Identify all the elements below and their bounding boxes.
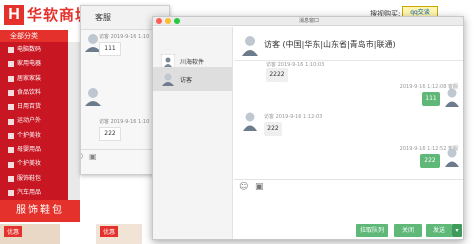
- category-icon: [8, 47, 14, 54]
- category-icon: [8, 75, 14, 82]
- category-icon: [8, 61, 14, 68]
- chat-window[interactable]: 消息窗口 川海软件 访客 访客 (中国|华东|山东省|青岛市|联通) 访客 20…: [152, 16, 464, 240]
- person-avatar-icon: [445, 148, 459, 167]
- category-item[interactable]: 家用电器: [0, 57, 68, 71]
- promo-image[interactable]: 优惠: [96, 224, 142, 244]
- promo-tag: 优惠: [100, 226, 119, 237]
- category-label: 个护美妆: [17, 131, 42, 139]
- category-item[interactable]: 运动户外: [0, 114, 68, 128]
- category-label: 居家家装: [17, 74, 42, 82]
- close-button[interactable]: 关闭: [394, 224, 422, 237]
- message-meta: 访客 2019-9-16 1:10: [99, 119, 150, 125]
- promo-image[interactable]: 优惠: [0, 224, 60, 244]
- window-title: 消息窗口: [298, 18, 319, 24]
- category-item[interactable]: 汽车用品: [0, 186, 68, 200]
- logo-icon[interactable]: H: [4, 5, 24, 25]
- category-label: 日用百货: [17, 103, 42, 111]
- category-icon: [8, 104, 14, 111]
- message-list: 访客 2019-9-16 1:10:03 2222 2019-9-16 1:12…: [234, 61, 463, 179]
- image-icon[interactable]: ▣: [89, 152, 97, 161]
- send-button[interactable]: 发送: [426, 224, 452, 237]
- conversation-label: 访客: [180, 76, 193, 84]
- category-item[interactable]: 个护美妆: [0, 157, 68, 171]
- blacklist-button[interactable]: 拉取队列: [356, 224, 388, 237]
- chat-title: 访客 (中国|华东|山东省|青岛市|联通): [264, 40, 396, 49]
- message-meta: 访客 2019-9-16 1:10: [99, 34, 150, 40]
- person-avatar-icon: [85, 88, 101, 106]
- category-item[interactable]: 居家家装: [0, 72, 68, 86]
- person-avatar-icon: [242, 36, 258, 56]
- message-bubble: 222: [99, 127, 121, 141]
- close-dot-icon[interactable]: [156, 18, 162, 24]
- category-icon: [8, 132, 14, 139]
- person-avatar-icon: [162, 73, 174, 86]
- fashion-section-title[interactable]: 服饰鞋包: [0, 200, 80, 222]
- maximize-dot-icon[interactable]: [174, 18, 180, 24]
- category-icon: [8, 147, 14, 154]
- category-label: 服饰鞋包: [17, 174, 42, 182]
- category-label: 家用电器: [17, 60, 42, 68]
- dropdown-caret-icon[interactable]: ▾: [452, 224, 462, 237]
- chat-header: 访客 (中国|华东|山东省|青岛市|联通): [234, 27, 463, 61]
- category-item[interactable]: 日用百货: [0, 100, 68, 114]
- category-label: 食品饮料: [17, 88, 42, 96]
- category-icon: [8, 190, 14, 197]
- shop-content-edge: [68, 42, 80, 200]
- category-item[interactable]: 服饰鞋包: [0, 172, 68, 186]
- message-bubble: 111: [422, 92, 440, 106]
- minimize-dot-icon[interactable]: [165, 18, 171, 24]
- person-avatar-icon: [445, 88, 459, 107]
- window-controls: [156, 18, 180, 24]
- message-bubble: 111: [99, 42, 121, 56]
- category-list: 电脑数码 家用电器 居家家装 食品饮料 日用百货 运动户外 个护美妆 母婴用品 个护美妆 服饰鞋包…: [0, 42, 68, 211]
- category-label: 母婴用品: [17, 146, 42, 154]
- message-bubble: 2222: [266, 68, 288, 82]
- person-avatar-icon: [243, 112, 257, 131]
- category-item[interactable]: 母婴用品: [0, 143, 68, 157]
- category-label: 运动户外: [17, 117, 42, 125]
- image-icon[interactable]: ▣: [255, 182, 264, 192]
- category-icon: [8, 161, 14, 168]
- message-meta: 访客 2019-9-16 1:12:03: [264, 114, 323, 120]
- category-label: 个护美妆: [17, 160, 42, 168]
- message-meta: 访客 2019-9-16 1:10:03: [266, 62, 325, 68]
- category-icon: [8, 175, 14, 182]
- smile-icon[interactable]: ☺: [239, 182, 248, 192]
- conversation-list: 川海软件 访客: [153, 27, 233, 239]
- category-label: 电脑数码: [17, 46, 42, 53]
- category-item[interactable]: 食品饮料: [0, 86, 68, 100]
- message-bubble: 222: [420, 154, 440, 168]
- window-titlebar[interactable]: 消息窗口: [153, 17, 463, 26]
- smile-icon[interactable]: ☺: [81, 152, 83, 161]
- message-input[interactable]: ☺ ▣ 拉取队列 关闭 发送 ▾: [234, 179, 463, 239]
- conversation-label: 川海软件: [180, 58, 205, 66]
- message-bubble: 222: [264, 122, 282, 136]
- category-header[interactable]: 全部分类: [0, 30, 68, 42]
- conversation-item[interactable]: 访客: [153, 67, 232, 91]
- promo-tag: 优惠: [4, 226, 23, 237]
- category-item[interactable]: 电脑数码: [0, 43, 68, 57]
- category-icon: [8, 90, 14, 97]
- category-item[interactable]: 个护美妆: [0, 129, 68, 143]
- category-icon: [8, 118, 14, 125]
- group-chat-icon: [161, 54, 175, 68]
- category-label: 汽车用品: [17, 188, 42, 196]
